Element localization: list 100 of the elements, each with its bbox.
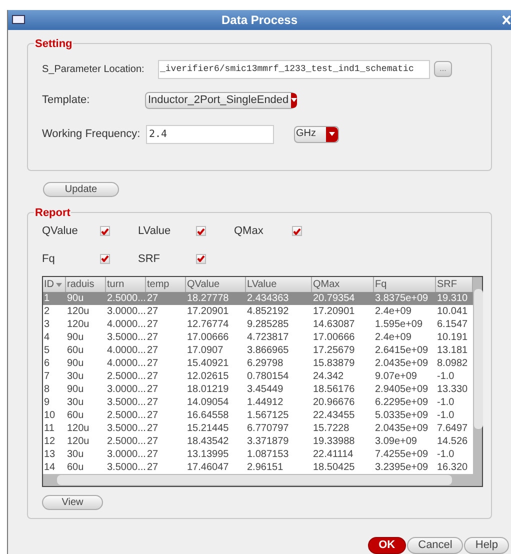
table-row[interactable]: 5 60u 4.0000...27 17.0907 3.866965 17.25679 2.6415e+09 13.181 [43,344,473,358]
unit-dropdown[interactable]: GHz [294,126,339,143]
table-cell-text: 1 [43,292,51,306]
table-row[interactable]: 2 120u 3.0000...27 17.20901 4.852192 17.20901 2.4e+09 10.041 [43,305,473,318]
table-cell: 3.0000... [106,305,146,318]
table-cell-text: 12.76774 [186,318,230,332]
table-cell-text: 16.320 [436,461,469,474]
table-row[interactable]: 3 120u 4.0000...27 12.76774 9.285285 14.63087 1.595e+09 6.1547 [43,318,473,332]
table-cell-text: 27 [146,305,160,318]
table-cell-text: 17.20901 [312,305,356,318]
table-cell-text: 17.00666 [312,331,356,344]
table-cell: 3.0000... [106,448,146,462]
table-cell: 3.5000... [106,396,146,410]
table-cell-text: 10 [43,409,56,422]
table-cell-text: 17.25679 [312,344,356,358]
table-cell: 2.5000... [106,435,146,448]
table-cell-text: 10.041 [436,305,469,318]
table-cell-text: 27 [146,396,160,410]
table-row[interactable]: 12 120u 2.5000...27 18.43542 3.371879 19.33988 3.09e+09 14.526 [43,435,473,448]
table-cell-text: -1.0 [436,370,456,384]
table-cell-text: 15.40921 [186,357,230,370]
table-cell-text: 60u [66,409,85,422]
table-row[interactable]: 14 60u 3.5000...27 17.46047 2.96151 18.50425 3.2395e+09 16.320 [43,461,473,474]
table-cell-text: 2.0435e+09 [374,422,430,436]
table-cell-text: 90u [66,383,85,396]
table-cell-text: 13.13995 [186,448,230,462]
table-cell-text: 18.27778 [186,292,230,306]
table-cell-text: 6 [43,357,51,370]
dialog-button[interactable]: OK [368,536,406,554]
table-cell-text: 18.50425 [312,461,356,474]
checkbox[interactable] [100,226,110,236]
horizontal-scrollbar[interactable] [43,474,482,486]
table-cell-text: 2.434363 [246,292,290,306]
table-cell-text: 15.21445 [186,422,230,436]
checkbox[interactable] [196,226,206,236]
location-field[interactable]: _iverifier6/smic13mmrf_1233_test_ind1_schematic [158,60,430,79]
table-row[interactable]: 9 30u 3.5000...27 14.09054 1.44912 20.96676 6.2295e+09 -1.0 [43,396,473,410]
scroll-thumb[interactable] [474,289,483,430]
table-cell-text: 30u [66,370,85,384]
table-cell-text: 6.770797 [246,422,290,436]
view-button[interactable]: View [42,495,103,510]
table-cell-text: 5 [43,344,51,358]
table-cell: 3.5000... [106,331,146,344]
update-button[interactable]: Update [43,182,119,198]
table-cell-text: 1.567125 [246,409,290,422]
table-cell-text: 3.371879 [246,435,290,448]
table-cell-text: 14 [43,461,56,474]
table-cell-text: 27 [146,383,160,396]
table-cell-text: 18.01219 [186,383,230,396]
checkbox[interactable] [100,254,110,264]
table-cell-text: 27 [146,409,160,422]
table-row[interactable]: 10 60u 2.5000...27 16.64558 1.567125 22.43455 5.0335e+09 -1.0 [43,409,473,422]
table-cell-text: 120u [66,422,90,436]
table-cell-text: 120u [66,305,90,318]
table-cell-text: 6.29798 [246,357,284,370]
table-row[interactable]: 11 120u 3.5000...27 15.21445 6.770797 15.7228 2.0435e+09 7.6497 [43,422,473,436]
table-cell-text: 9 [43,396,51,410]
table-row[interactable]: 6 90u 4.0000...27 15.40921 6.29798 15.83879 2.0435e+09 8.0982 [43,357,473,370]
table-cell-text: 20.96676 [312,396,356,410]
table-row[interactable]: 7 30u 2.5000...27 12.02615 0.780154 24.342 9.07e+09 -1.0 [43,370,473,384]
table-row[interactable]: 13 30u 3.0000...27 13.13995 1.087153 22.41114 7.4255e+09 -1.0 [43,448,473,462]
vertical-scrollbar[interactable] [473,277,482,474]
table-cell: 2.5000... [106,370,146,384]
table-cell-text: 15.83879 [312,357,356,370]
option-label: LValue [138,224,172,240]
table-cell: 4.0000... [106,344,146,358]
table-cell-text: -1.0 [436,409,456,422]
table-cell-text: 3.8375e+09 [374,292,430,306]
table-cell-text: 14.63087 [312,318,356,332]
table-cell: 3.0000... [106,383,146,396]
checkbox[interactable] [196,254,206,264]
table-cell-text: 7 [43,370,51,384]
table-row[interactable]: 8 90u 3.0000...27 18.01219 3.45449 18.56176 2.9405e+09 13.330 [43,383,473,396]
table-cell-text: 8 [43,383,51,396]
template-dropdown[interactable]: Inductor_2Port_SingleEnded [145,92,295,109]
table-cell-text: 5.0335e+09 [374,409,430,422]
table-cell-text: 17.0907 [186,344,224,358]
table-cell: 3.5000... [106,422,146,436]
table-cell-text: 30u [66,396,85,410]
table-cell-text: 6.2295e+09 [374,396,430,410]
field-label: S_Parameter Location: [42,62,146,77]
table-cell-text: 9.285285 [246,318,290,332]
table-cell-text: 60u [66,344,85,358]
table-cell-text: -1.0 [436,396,456,410]
table-cell: 2.5000... [106,292,146,306]
dialog-button[interactable]: Cancel [407,536,464,554]
dialog-button[interactable]: Help [464,536,509,554]
frequency-field[interactable]: 2.4 [146,124,274,144]
scroll-thumb[interactable] [57,475,452,486]
table-cell-text: 27 [146,292,160,306]
window-menu-icon[interactable] [12,15,25,24]
checkbox[interactable] [292,226,302,236]
table-row[interactable]: 4 90u 3.5000...27 17.00666 4.723817 17.00666 2.4e+09 10.191 [43,331,473,344]
table-cell-text: 7.4255e+09 [374,448,430,462]
table-cell-text: 4.723817 [246,331,290,344]
table-cell-text: 10.191 [436,331,469,344]
table-cell-text: 27 [146,461,160,474]
table-cell-text: 27 [146,357,160,370]
table-cell-text: 2.6415e+09 [374,344,430,358]
option-label: Fq [42,252,56,267]
